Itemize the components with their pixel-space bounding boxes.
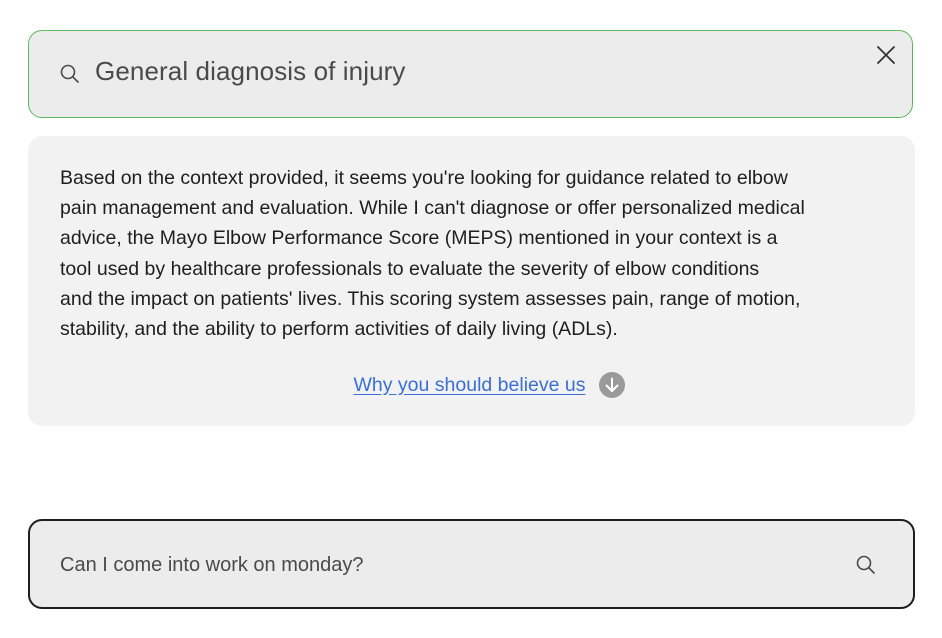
search-icon: [60, 64, 79, 83]
answer-line: stability, and the ability to perform ac…: [60, 318, 618, 341]
search-icon[interactable]: [855, 554, 877, 576]
answer-line: pain management and evaluation. While I …: [60, 197, 805, 220]
answer-line: Based on the context provided, it seems …: [60, 167, 788, 189]
answer-text: Based on the context provided, it seems …: [60, 163, 890, 344]
close-icon[interactable]: [874, 43, 898, 67]
answer-line: advice, the Mayo Elbow Performance Score…: [60, 227, 778, 250]
followup-search-box[interactable]: [28, 519, 915, 609]
query-search-box[interactable]: General diagnosis of injury: [28, 30, 913, 118]
answer-line: tool used by healthcare professionals to…: [60, 257, 760, 280]
answer-line: and the impact on patients' lives. This …: [60, 287, 801, 310]
search-query-text[interactable]: General diagnosis of injury: [95, 56, 406, 87]
page: General diagnosis of injury Based on the…: [0, 0, 942, 638]
answer-card: Based on the context provided, it seems …: [28, 136, 915, 426]
followup-search-input[interactable]: [60, 547, 820, 583]
believe-row: Why you should believe us: [28, 372, 915, 398]
why-believe-link[interactable]: Why you should believe us: [354, 374, 586, 397]
arrow-down-circle-icon[interactable]: [599, 372, 626, 398]
